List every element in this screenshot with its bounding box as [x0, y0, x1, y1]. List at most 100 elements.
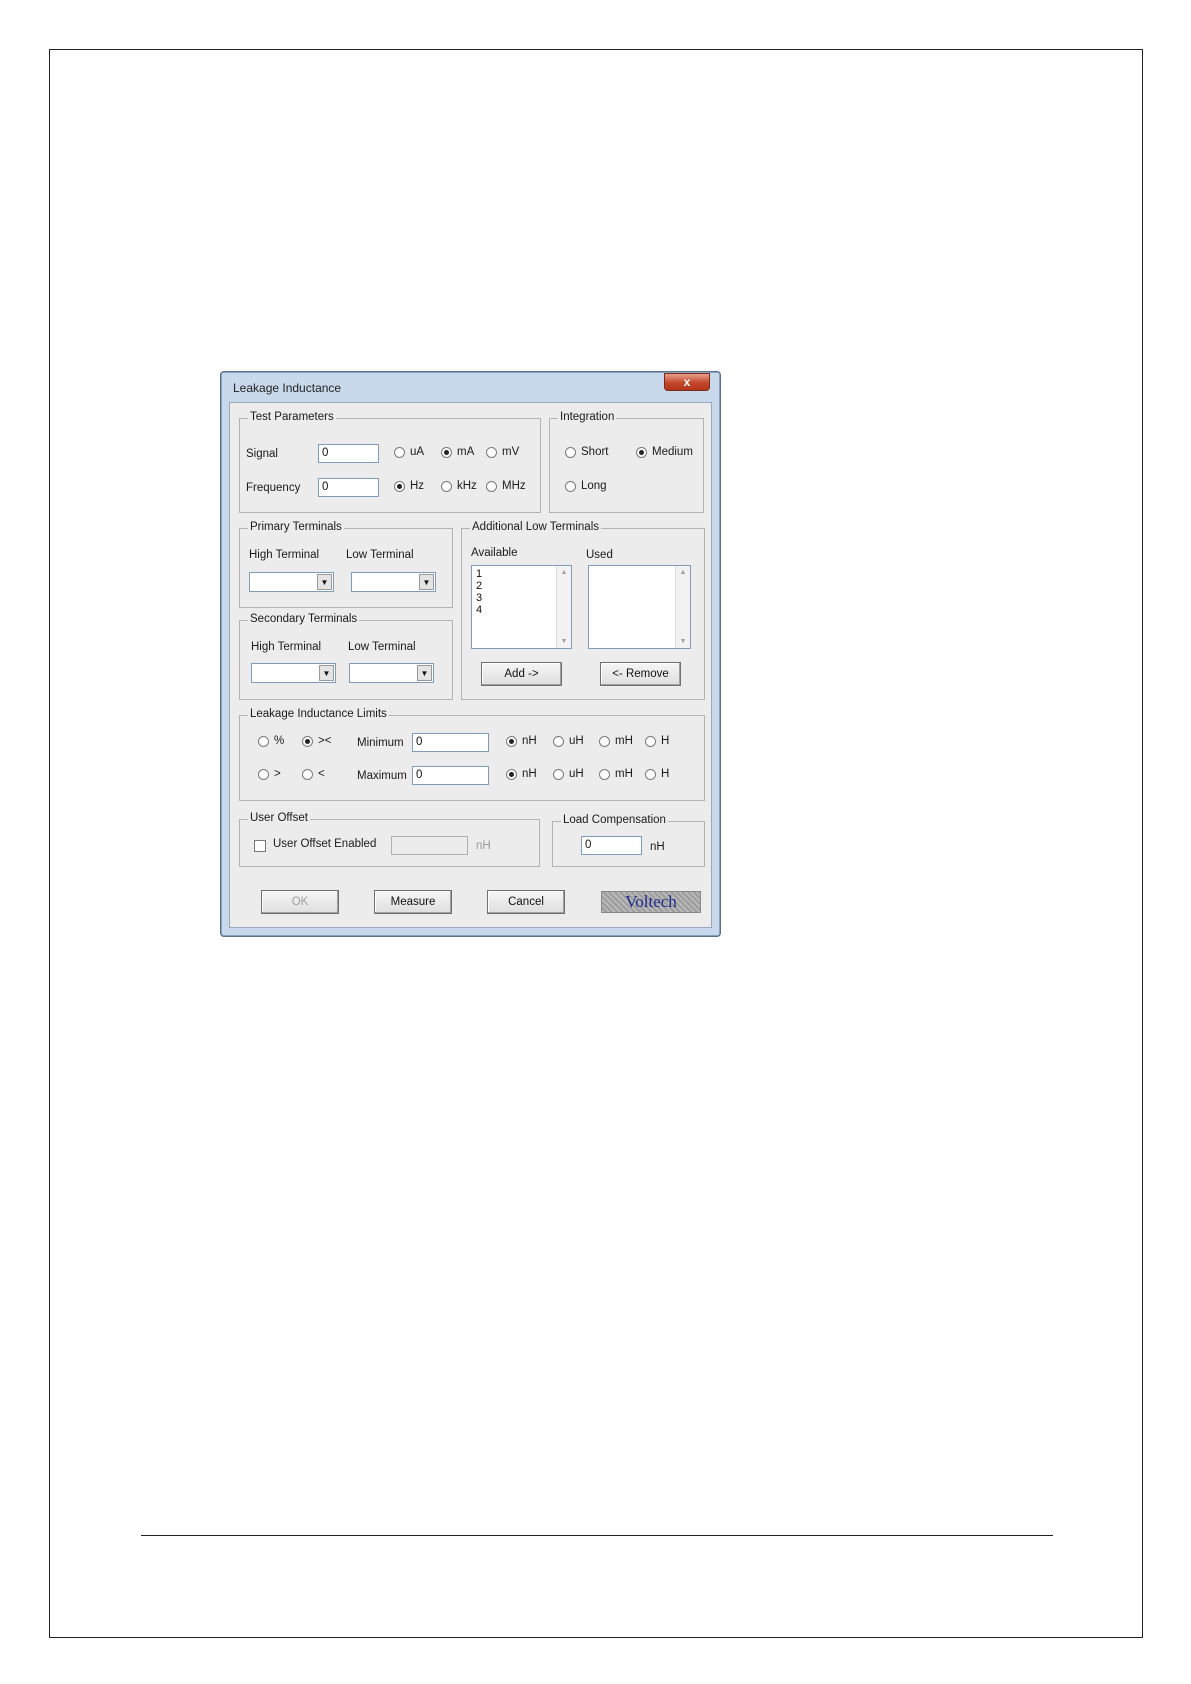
scroll-up-icon[interactable]: ▲: [676, 569, 690, 576]
user-offset-enabled-checkbox[interactable]: [254, 840, 266, 852]
radio-circle-icon: [599, 768, 610, 780]
secondary-terminals-group: Secondary Terminals High Terminal Low Te…: [239, 613, 453, 700]
primary-high-terminal-dropdown[interactable]: ▼: [249, 572, 334, 592]
load-compensation-group: Load Compensation 0 nH: [552, 814, 705, 867]
chevron-down-icon: ▼: [317, 574, 332, 590]
add-terminal-button[interactable]: Add ->: [481, 662, 562, 686]
min-unit-uh-radio[interactable]: uH: [553, 735, 584, 747]
list-item[interactable]: 1: [476, 568, 482, 580]
scroll-down-icon[interactable]: ▼: [557, 638, 571, 645]
signal-label: Signal: [246, 448, 278, 460]
radio-circle-icon: [645, 768, 656, 780]
scroll-up-icon[interactable]: ▲: [557, 569, 571, 576]
list-item[interactable]: 2: [476, 580, 482, 592]
frequency-label: Frequency: [246, 482, 301, 494]
frequency-unit-khz-radio[interactable]: kHz: [441, 480, 477, 492]
signal-input[interactable]: 0: [318, 444, 379, 463]
radio-circle-icon: [258, 735, 269, 747]
radio-circle-icon: [441, 480, 452, 492]
limit-mode-less-radio[interactable]: <: [302, 768, 325, 780]
max-unit-uh-radio[interactable]: uH: [553, 768, 584, 780]
secondary-high-terminal-dropdown[interactable]: ▼: [251, 663, 336, 683]
chevron-down-icon: ▼: [419, 574, 434, 590]
frequency-unit-mhz-radio[interactable]: MHz: [486, 480, 526, 492]
user-offset-enabled-label: User Offset Enabled: [273, 838, 377, 850]
voltech-logo: Voltech: [601, 891, 701, 913]
user-offset-group: User Offset User Offset Enabled nH: [239, 812, 540, 867]
ok-button[interactable]: OK: [261, 890, 339, 914]
primary-terminals-group: Primary Terminals High Terminal Low Term…: [239, 521, 453, 608]
frequency-unit-hz-radio[interactable]: Hz: [394, 480, 424, 492]
load-compensation-input[interactable]: 0: [581, 836, 642, 855]
leakage-inductance-dialog: Leakage Inductance x Test Parameters Sig…: [220, 371, 721, 937]
integration-medium-radio[interactable]: Medium: [636, 446, 693, 458]
radio-selected-icon: [302, 735, 313, 747]
limit-mode-between-radio[interactable]: ><: [302, 735, 331, 747]
min-unit-h-radio[interactable]: H: [645, 735, 669, 747]
minimum-label: Minimum: [357, 737, 404, 749]
load-compensation-unit-label: nH: [650, 841, 665, 853]
chevron-down-icon: ▼: [417, 665, 432, 681]
primary-low-terminal-label: Low Terminal: [346, 549, 414, 561]
used-terminals-listbox[interactable]: ▲ ▼: [588, 565, 691, 649]
limit-mode-percent-radio[interactable]: %: [258, 735, 284, 747]
leakage-limits-legend: Leakage Inductance Limits: [248, 708, 389, 720]
secondary-terminals-legend: Secondary Terminals: [248, 613, 360, 625]
title-bar[interactable]: Leakage Inductance x: [221, 372, 720, 402]
primary-high-terminal-label: High Terminal: [249, 549, 320, 561]
user-offset-unit-label: nH: [476, 840, 491, 852]
integration-long-radio[interactable]: Long: [565, 480, 607, 492]
footer-rule: [141, 1535, 1053, 1536]
frequency-input[interactable]: 0: [318, 478, 379, 497]
load-compensation-legend: Load Compensation: [561, 814, 668, 826]
integration-group: Integration Short Medium Long: [549, 411, 704, 513]
leakage-limits-group: Leakage Inductance Limits % >< > < Minim…: [239, 708, 705, 801]
radio-circle-icon: [565, 480, 576, 492]
used-label: Used: [586, 549, 613, 561]
measure-button[interactable]: Measure: [374, 890, 452, 914]
max-unit-mh-radio[interactable]: mH: [599, 768, 633, 780]
available-terminals-items: 1 2 3 4: [476, 568, 482, 616]
used-list-scrollbar[interactable]: ▲ ▼: [675, 566, 690, 648]
signal-unit-ua-radio[interactable]: uA: [394, 446, 424, 458]
maximum-input[interactable]: 0: [412, 766, 489, 785]
available-terminals-listbox[interactable]: 1 2 3 4 ▲ ▼: [471, 565, 572, 649]
radio-circle-icon: [302, 768, 313, 780]
radio-circle-icon: [599, 735, 610, 747]
available-list-scrollbar[interactable]: ▲ ▼: [556, 566, 571, 648]
secondary-low-terminal-label: Low Terminal: [348, 641, 416, 653]
primary-low-terminal-dropdown[interactable]: ▼: [351, 572, 436, 592]
min-unit-nh-radio[interactable]: nH: [506, 735, 537, 747]
cancel-button[interactable]: Cancel: [487, 890, 565, 914]
list-item[interactable]: 4: [476, 604, 482, 616]
test-parameters-legend: Test Parameters: [248, 411, 336, 423]
limit-mode-greater-radio[interactable]: >: [258, 768, 281, 780]
integration-legend: Integration: [558, 411, 617, 423]
remove-terminal-button[interactable]: <- Remove: [600, 662, 681, 686]
radio-selected-icon: [441, 446, 452, 458]
integration-short-radio[interactable]: Short: [565, 446, 609, 458]
signal-unit-mv-radio[interactable]: mV: [486, 446, 519, 458]
radio-circle-icon: [486, 480, 497, 492]
radio-circle-icon: [486, 446, 497, 458]
dialog-title: Leakage Inductance: [233, 381, 342, 395]
list-item[interactable]: 3: [476, 592, 482, 604]
chevron-down-icon: ▼: [319, 665, 334, 681]
max-unit-nh-radio[interactable]: nH: [506, 768, 537, 780]
maximum-label: Maximum: [357, 770, 407, 782]
close-button[interactable]: x: [664, 373, 710, 391]
radio-selected-icon: [394, 480, 405, 492]
signal-unit-ma-radio[interactable]: mA: [441, 446, 474, 458]
radio-circle-icon: [553, 735, 564, 747]
test-parameters-group: Test Parameters Signal 0 uA mA mV Freque…: [239, 411, 541, 513]
additional-low-terminals-legend: Additional Low Terminals: [470, 521, 601, 533]
secondary-low-terminal-dropdown[interactable]: ▼: [349, 663, 434, 683]
scroll-down-icon[interactable]: ▼: [676, 638, 690, 645]
min-unit-mh-radio[interactable]: mH: [599, 735, 633, 747]
user-offset-input[interactable]: [391, 836, 468, 855]
max-unit-h-radio[interactable]: H: [645, 768, 669, 780]
radio-selected-icon: [506, 768, 517, 780]
available-label: Available: [471, 547, 518, 559]
minimum-input[interactable]: 0: [412, 733, 489, 752]
radio-circle-icon: [553, 768, 564, 780]
